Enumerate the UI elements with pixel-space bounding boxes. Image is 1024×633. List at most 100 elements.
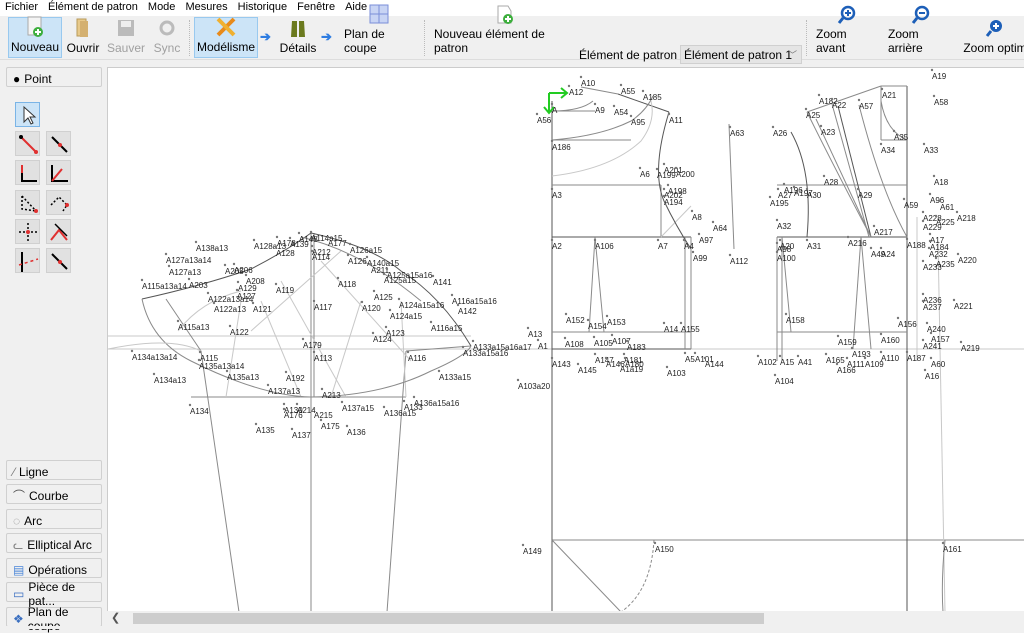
point-label: A218 bbox=[957, 214, 976, 223]
point-marker bbox=[348, 242, 352, 246]
height-point-tool[interactable] bbox=[46, 219, 71, 244]
point-label: A32 bbox=[777, 222, 792, 231]
point-marker bbox=[836, 334, 840, 338]
point-marker bbox=[550, 356, 554, 360]
point-label: A135a13a14 bbox=[199, 362, 245, 371]
point-label: A23 bbox=[821, 128, 836, 137]
menu-mode[interactable]: Mode bbox=[143, 0, 181, 16]
menu-fenetre[interactable]: Fenêtre bbox=[292, 0, 340, 16]
scroll-left-icon[interactable]: ❮ bbox=[111, 611, 120, 624]
point-marker bbox=[604, 356, 608, 360]
point-label: A26 bbox=[773, 129, 788, 138]
zoom-in-button[interactable]: Zoom avant bbox=[812, 5, 882, 58]
point-label: A58 bbox=[934, 98, 949, 107]
mode-details-button[interactable]: Détails bbox=[278, 17, 318, 58]
arc-icon: ◌ bbox=[13, 513, 21, 528]
pattern-line bbox=[837, 105, 872, 238]
point-label: A60 bbox=[931, 360, 946, 369]
point-marker bbox=[756, 354, 760, 358]
menu-element-de-patron[interactable]: Élément de patron bbox=[43, 0, 143, 16]
line-point-tool[interactable] bbox=[15, 131, 40, 156]
new-pattern-piece-button[interactable]: Nouveau élément de patron bbox=[430, 5, 578, 58]
point-of-contact-tool[interactable] bbox=[46, 248, 71, 273]
point-label: A136 bbox=[347, 428, 366, 437]
tool-group-point[interactable]: ● Point bbox=[6, 67, 102, 87]
point-marker bbox=[819, 124, 823, 128]
menu-mesures[interactable]: Mesures bbox=[180, 0, 232, 16]
zoom-out-button[interactable]: Zoom arrière bbox=[884, 5, 958, 58]
tool-group-pattern-piece[interactable]: ▭ Pièce de pat... bbox=[6, 580, 102, 608]
menu-fichier[interactable]: Fichier bbox=[0, 0, 43, 16]
point-label: A16 bbox=[925, 372, 940, 381]
point-label: A165 bbox=[826, 356, 845, 365]
point-marker bbox=[437, 369, 441, 373]
point-marker bbox=[653, 541, 657, 545]
menu-historique[interactable]: Historique bbox=[233, 0, 293, 16]
tool-group-layout[interactable]: ❖Plan de coupe bbox=[6, 605, 102, 633]
point-marker bbox=[295, 402, 299, 406]
point-label: A188 bbox=[907, 241, 926, 250]
new-button[interactable]: Nouveau bbox=[8, 16, 62, 58]
point-label: A127a13a14 bbox=[166, 256, 212, 265]
sync-button[interactable]: Sync bbox=[150, 17, 184, 58]
line-intersect-icon bbox=[18, 252, 39, 272]
new-file-icon bbox=[24, 16, 46, 38]
along-line-tool[interactable] bbox=[46, 131, 71, 156]
point-marker bbox=[284, 370, 288, 374]
tool-group-line[interactable]: ⁄ Ligne bbox=[6, 460, 102, 480]
scrollbar-thumb[interactable] bbox=[133, 613, 764, 624]
select-arrow-tool[interactable] bbox=[15, 102, 40, 127]
point-marker bbox=[382, 272, 386, 276]
point-label: A15 bbox=[780, 358, 795, 367]
point-label: A186 bbox=[552, 143, 571, 152]
point-label: A183 bbox=[627, 343, 646, 352]
tool-group-operations[interactable]: ▤ Opérations bbox=[6, 558, 102, 578]
point-label: A156 bbox=[898, 320, 917, 329]
open-button[interactable]: Ouvrir bbox=[64, 17, 102, 58]
point-marker bbox=[564, 312, 568, 316]
mode-layout-button[interactable]: Plan de coupe bbox=[340, 4, 418, 58]
tool-group-arc[interactable]: ◌ Arc bbox=[6, 509, 102, 529]
point-marker bbox=[959, 340, 963, 344]
point-marker bbox=[929, 331, 933, 335]
drawing-canvas[interactable]: A10 A12 A55 A185 A A9 A54 A56 A95 A11 A186 A63 A6 A19… bbox=[107, 67, 1024, 612]
save-button[interactable]: Sauver bbox=[104, 17, 148, 58]
point-label: A126a15 bbox=[350, 246, 383, 255]
point-marker bbox=[932, 174, 936, 178]
tool-group-curve[interactable]: ⌒ Courbe bbox=[6, 484, 102, 504]
point-marker bbox=[879, 142, 883, 146]
point-label: A241 bbox=[923, 342, 942, 351]
point-marker bbox=[346, 253, 350, 257]
horizontal-scrollbar[interactable]: ❮ bbox=[107, 611, 1024, 626]
point-label: A121 bbox=[253, 305, 272, 314]
point-marker bbox=[703, 356, 707, 360]
point-marker bbox=[625, 339, 629, 343]
point-label: A106 bbox=[595, 242, 614, 251]
point-marker bbox=[923, 368, 927, 372]
zoom-fit-button[interactable]: Zoom optim bbox=[960, 17, 1024, 58]
point-marker bbox=[140, 278, 144, 282]
intersect-axes-tool[interactable] bbox=[15, 219, 40, 244]
line-intersect-tool[interactable] bbox=[15, 248, 40, 273]
tool-group-elliptical-arc[interactable]: ᓚ Elliptical Arc bbox=[6, 533, 102, 553]
point-marker bbox=[846, 235, 850, 239]
pattern-piece-select[interactable]: Élément de patron 1 ﹀ bbox=[680, 45, 802, 64]
point-label: A124a15 bbox=[390, 312, 423, 321]
point-label: A205 bbox=[225, 267, 244, 276]
point-label: A225 bbox=[936, 218, 955, 227]
point-label: A95 bbox=[631, 118, 646, 127]
point-marker bbox=[312, 350, 316, 354]
point-label: A237 bbox=[923, 303, 942, 312]
bisector-tool[interactable] bbox=[46, 160, 71, 185]
point-marker bbox=[690, 209, 694, 213]
normal-tool[interactable] bbox=[15, 160, 40, 185]
point-marker bbox=[223, 263, 227, 267]
point-label: A103a20 bbox=[518, 382, 551, 391]
triangle-tool[interactable] bbox=[15, 190, 40, 215]
point-label: A128 bbox=[276, 249, 295, 258]
point-label: A235 bbox=[936, 260, 955, 269]
mode-modelisme-button[interactable]: Modélisme bbox=[194, 17, 258, 58]
shoulder-point-tool[interactable] bbox=[46, 190, 71, 215]
point-label: A98 bbox=[777, 245, 792, 254]
point-marker bbox=[576, 362, 580, 366]
